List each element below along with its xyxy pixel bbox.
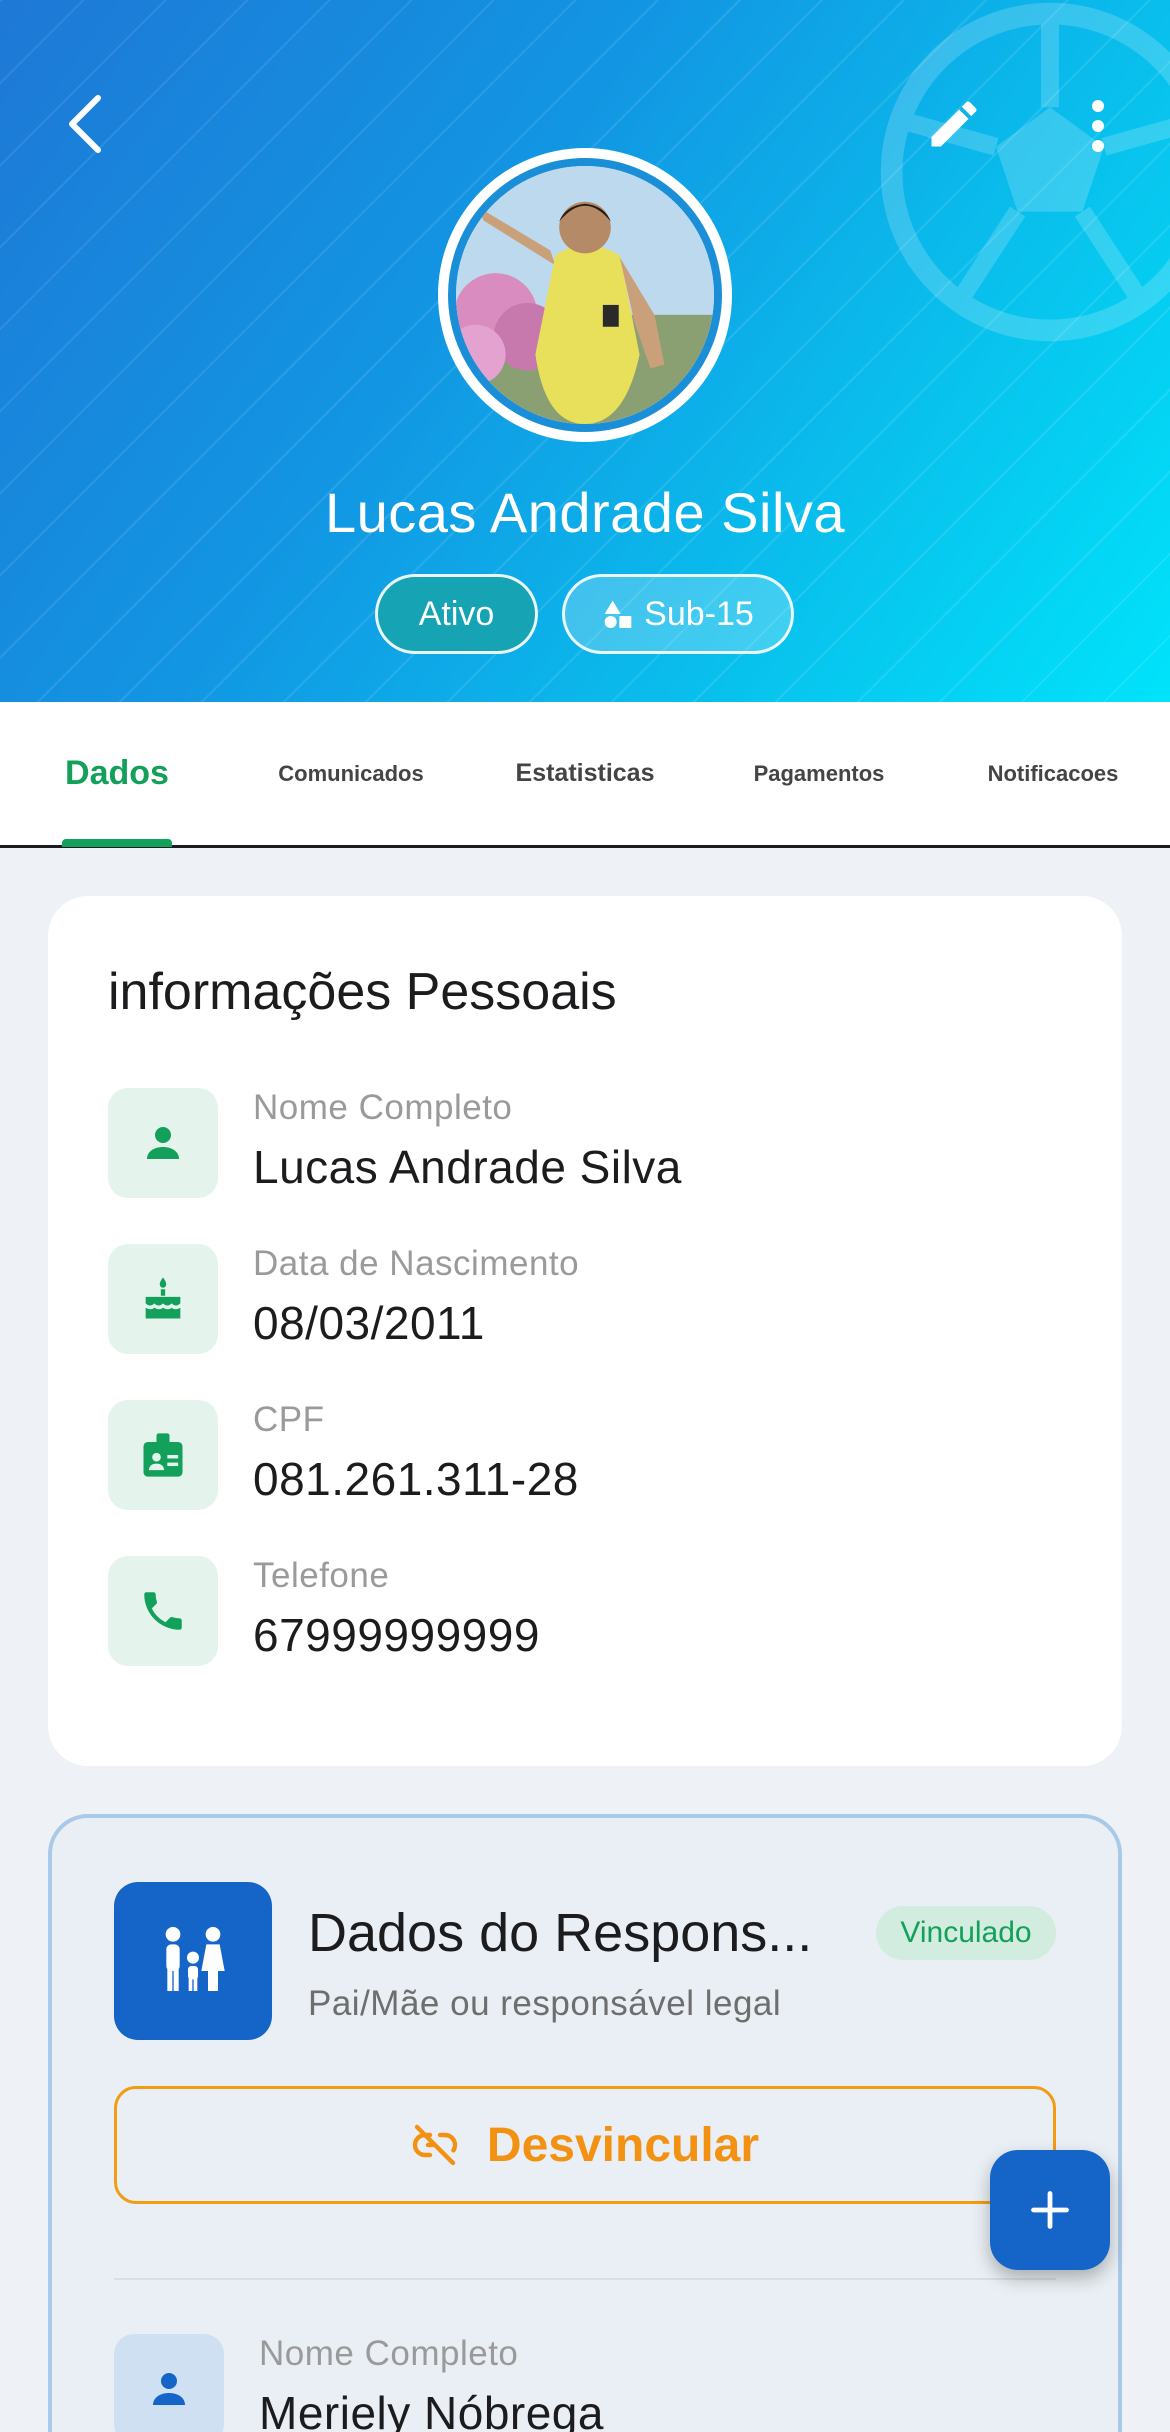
info-value: 67999999999 (253, 1609, 540, 1661)
info-icon-box (108, 1400, 218, 1510)
unlink-button[interactable]: Desvincular (114, 2086, 1056, 2204)
tab-label: Comunicados (278, 760, 424, 786)
guardian-subtitle: Pai/Mãe ou responsável legal (308, 1984, 782, 2023)
info-icon-box (108, 1244, 218, 1354)
add-fab-button[interactable] (990, 2150, 1110, 2270)
info-icon-box (108, 1556, 218, 1666)
player-name: Lucas Andrade Silva (324, 481, 846, 544)
card-title: informações Pessoais (108, 963, 617, 1021)
tab-notificacoes[interactable]: Notificacoes (936, 702, 1170, 845)
more-options-button[interactable] (1068, 90, 1128, 162)
profile-header: Lucas Andrade Silva Ativo Sub-15 (0, 0, 1170, 702)
info-value: Meriely Nóbrega (259, 2387, 604, 2432)
personal-info-card: informações Pessoais Nome Completo Lucas… (48, 896, 1122, 1766)
family-icon (165, 1927, 225, 1991)
info-row-guardian-name: Nome Completo Meriely Nóbrega (114, 2334, 1054, 2432)
divider (114, 2278, 1056, 2280)
category-badge-label: Sub-15 (644, 594, 754, 633)
status-badge: Ativo (375, 574, 538, 654)
phone-icon (144, 1592, 182, 1630)
back-arrow-icon (69, 95, 101, 153)
back-button[interactable] (52, 86, 116, 162)
tab-label: Notificacoes (987, 760, 1119, 786)
id-badge-icon (143, 1433, 183, 1477)
tab-label: Dados (65, 754, 169, 792)
active-tab-indicator (62, 839, 172, 847)
edit-button[interactable] (918, 88, 990, 160)
info-icon-box (114, 2334, 224, 2432)
info-value: 08/03/2011 (253, 1297, 485, 1349)
guardian-title: Dados do Respons... (308, 1903, 813, 1963)
tab-estatisticas[interactable]: Estatisticas (468, 702, 702, 845)
info-label: CPF (253, 1400, 325, 1439)
player-photo (448, 158, 722, 432)
tab-label: Estatisticas (515, 759, 655, 787)
player-photo-image (456, 166, 714, 424)
tab-dados[interactable]: Dados (0, 702, 234, 845)
plus-icon (1031, 2191, 1069, 2229)
guardian-card: Dados do Respons... Vinculado Pai/Mãe ou… (48, 1814, 1122, 2432)
cake-icon (145, 1277, 181, 1319)
info-row-cpf: CPF 081.261.311-28 (108, 1400, 1068, 1510)
info-label: Telefone (253, 1556, 390, 1595)
tab-label: Pagamentos (753, 760, 885, 786)
info-row-name: Nome Completo Lucas Andrade Silva (108, 1088, 1068, 1198)
info-label: Nome Completo (259, 2334, 519, 2373)
unlink-button-label: Desvincular (486, 2118, 760, 2172)
info-label: Nome Completo (253, 1088, 513, 1127)
tab-comunicados[interactable]: Comunicados (234, 702, 468, 845)
info-row-phone: Telefone 67999999999 (108, 1556, 1068, 1666)
category-badge: Sub-15 (562, 574, 794, 654)
guardian-icon-box (114, 1882, 272, 2040)
linked-badge: Vinculado (876, 1906, 1056, 1960)
info-value: 081.261.311-28 (253, 1453, 579, 1505)
more-vert-icon (1092, 100, 1104, 152)
shapes-icon (604, 600, 632, 628)
tab-bar: Dados Comunicados Estatisticas Pagamento… (0, 702, 1170, 848)
soccer-ball-icon (880, 2, 1170, 342)
pencil-icon (931, 101, 977, 147)
info-value: Lucas Andrade Silva (253, 1141, 682, 1193)
avatar[interactable] (438, 148, 732, 442)
person-icon (147, 1127, 179, 1159)
info-row-birthdate: Data de Nascimento 08/03/2011 (108, 1244, 1068, 1354)
person-icon (153, 2373, 185, 2405)
info-icon-box (108, 1088, 218, 1198)
tab-pagamentos[interactable]: Pagamentos (702, 702, 936, 845)
info-label: Data de Nascimento (253, 1244, 580, 1283)
link-off-icon (412, 2124, 458, 2166)
status-badge-label: Ativo (418, 594, 495, 633)
